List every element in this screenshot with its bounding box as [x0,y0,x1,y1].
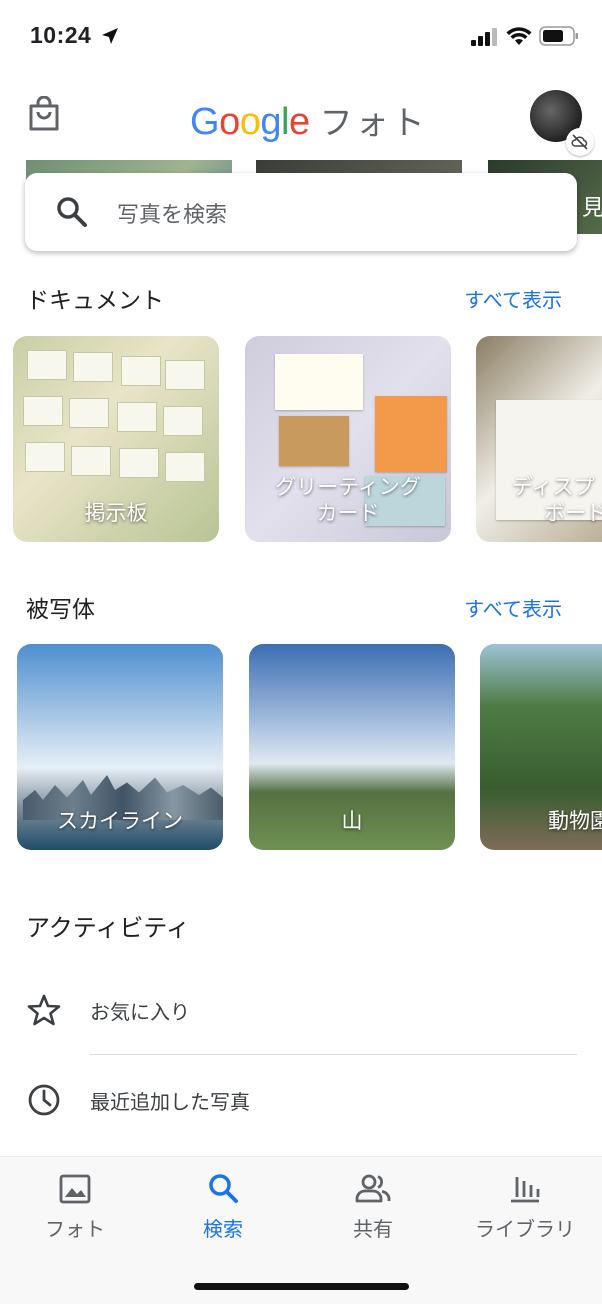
logo-letter-l: l [280,101,289,143]
photo-detail [117,402,157,432]
activity-item-label: お気に入り [90,1000,190,1024]
search-placeholder: 写真を検索 [117,203,228,228]
cloud-off-icon [571,134,588,150]
nav-label: ライブラリ [475,1217,575,1241]
card-label: グリーティング カード [245,474,451,526]
photo-detail [163,406,203,436]
nav-label: 検索 [203,1217,243,1241]
photo-detail [279,416,349,466]
nav-tab-sharing[interactable]: 共有 [298,1171,448,1242]
activity-section-title: アクティビティ [26,914,190,942]
search-icon [57,197,87,227]
photo-detail [165,360,205,390]
photo-detail [25,442,65,472]
app-header: G o o g l e フォト [0,74,602,162]
card-label: 山 [341,809,363,833]
subject-card-zoo[interactable]: 動物園 [480,644,602,850]
photo-icon [59,1174,91,1204]
battery-icon [539,26,578,46]
card-label-line: ボード [544,501,602,525]
app-title: フォト [319,103,428,142]
document-card-greeting-card[interactable]: グリーティング カード [245,336,451,542]
photo-detail [165,452,205,482]
home-indicator [194,1283,409,1290]
nav-tab-photos[interactable]: フォト [0,1171,150,1242]
nav-label: 共有 [353,1217,393,1241]
card-label: ディスプ ボード [512,474,602,526]
photo-detail [69,398,109,428]
search-icon [209,1174,238,1203]
card-label-line: カード [316,501,380,525]
search-bar[interactable]: 写真を検索 [25,173,577,251]
nav-tab-library[interactable]: ライブラリ [450,1171,600,1242]
card-label-line: グリーティング [275,475,421,499]
photo-detail [119,448,159,478]
card-label: 掲示板 [84,501,148,525]
wifi-icon [506,27,532,45]
photo-detail [275,354,363,410]
activity-item-recently-added[interactable]: 最近追加した写真 [0,1070,602,1130]
logo-letter-e: e [288,101,310,143]
photo-detail [375,396,447,472]
bottom-navigation: フォト 検索 共有 ライブラリ [0,1156,602,1304]
subject-card-mountain[interactable]: 山 [249,644,455,850]
card-label: スカイライン [57,809,183,833]
backup-off-badge [566,128,594,156]
document-card-bulletin-board[interactable]: 掲示板 [13,336,219,542]
activity-item-favorites[interactable]: お気に入り [0,980,602,1040]
documents-see-all-link[interactable]: すべて表示 [464,284,562,313]
nav-label: フォト [45,1217,105,1241]
status-bar: 10:24 [0,0,602,74]
status-time: 10:24 [30,22,92,48]
logo-letter-o2: o [239,101,261,143]
cellular-signal-icon [471,28,497,46]
card-label: 動物園 [548,809,602,833]
shopping-bag-icon[interactable] [27,96,61,132]
photo-detail [73,352,113,382]
document-card-display-board[interactable]: ディスプ ボード [476,336,602,542]
library-icon [511,1177,540,1203]
subject-card-skyline[interactable]: スカイライン [17,644,223,850]
photo-detail [23,396,63,426]
location-arrow-icon [102,28,118,44]
photo-detail [121,356,161,386]
nav-tab-search[interactable]: 検索 [148,1171,298,1242]
card-label-line: ディスプ [512,475,595,499]
logo-letter-o1: o [219,101,240,143]
documents-section-title: ドキュメント [26,288,164,314]
star-icon [27,994,61,1026]
subjects-section-title: 被写体 [26,597,95,623]
logo-letter-g: g [260,101,281,143]
divider [90,1054,577,1055]
background-photo-label: 見 [582,196,602,221]
clock-icon [28,1084,60,1116]
people-icon [355,1174,391,1203]
logo-letter-G: G [190,101,220,143]
photo-detail [27,350,67,380]
activity-item-label: 最近追加した写真 [90,1090,250,1114]
subjects-see-all-link[interactable]: すべて表示 [464,593,562,622]
google-photos-logo: G o o g l e フォト [190,96,428,143]
photo-detail [71,446,111,476]
